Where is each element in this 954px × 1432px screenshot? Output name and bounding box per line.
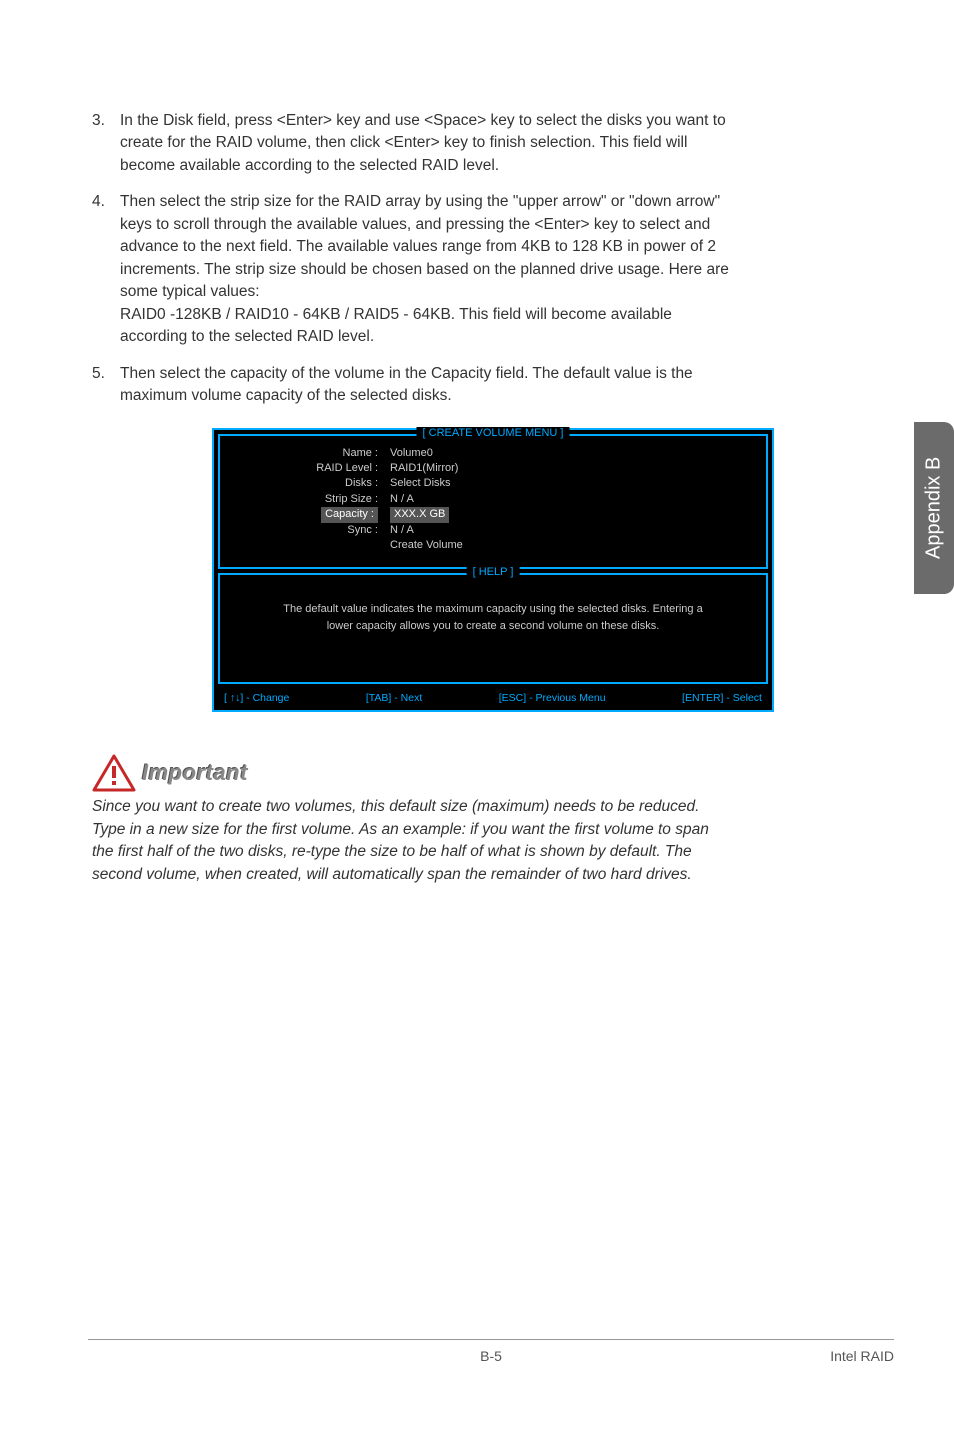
bios-screenshot: [ CREATE VOLUME MENU ] Name :Volume0 RAI… <box>212 428 774 713</box>
footer-section: Intel RAID <box>830 1348 894 1364</box>
bios-sync-label: Sync : <box>230 523 390 538</box>
list-item-4: 4. Then select the strip size for the RA… <box>92 191 732 348</box>
bios-name-value: Volume0 <box>390 446 756 461</box>
important-block: Important Since you want to create two v… <box>92 754 732 886</box>
bios-create-volume: Create Volume <box>390 538 756 553</box>
bios-footer-enter: [ENTER] - Select <box>682 692 762 704</box>
bios-footer-esc: [ESC] - Previous Menu <box>499 692 606 704</box>
bios-section-title: [ CREATE VOLUME MENU ] <box>417 427 570 439</box>
bios-strip-value: N / A <box>390 492 756 507</box>
bios-footer-change: [ ↑↓] - Change <box>224 692 289 704</box>
sidebar-tab: Appendix B <box>914 422 954 594</box>
page-number: B-5 <box>480 1348 502 1364</box>
list-text: Then select the strip size for the RAID … <box>120 191 732 348</box>
bios-sync-value: N / A <box>390 523 756 538</box>
bios-footer: [ ↑↓] - Change [TAB] - Next [ESC] - Prev… <box>214 688 772 710</box>
bios-raid-value: RAID1(Mirror) <box>390 461 756 476</box>
list-text: Then select the capacity of the volume i… <box>120 363 732 408</box>
bios-strip-label: Strip Size : <box>230 492 390 507</box>
list-item-5: 5. Then select the capacity of the volum… <box>92 363 732 408</box>
page-footer: B-5 Intel RAID <box>88 1339 894 1364</box>
sidebar-label: Appendix B <box>923 457 946 559</box>
list-number: 5. <box>92 363 120 408</box>
list-item-3: 3. In the Disk field, press <Enter> key … <box>92 110 732 177</box>
warning-icon <box>92 754 136 792</box>
list-number: 4. <box>92 191 120 348</box>
bios-help-text: The default value indicates the maximum … <box>230 583 756 674</box>
bios-capacity-value: XXX.X GB <box>390 507 756 522</box>
bios-footer-tab: [TAB] - Next <box>366 692 422 704</box>
bios-raid-label: RAID Level : <box>230 461 390 476</box>
important-text: Since you want to create two volumes, th… <box>92 796 732 886</box>
important-label: Important <box>142 760 248 786</box>
bios-help-section: [ HELP ] The default value indicates the… <box>218 573 768 684</box>
list-text: In the Disk field, press <Enter> key and… <box>120 110 732 177</box>
bios-name-label: Name : <box>230 446 390 461</box>
bios-create-volume-section: [ CREATE VOLUME MENU ] Name :Volume0 RAI… <box>218 434 768 570</box>
bios-disks-value: Select Disks <box>390 476 756 491</box>
list-number: 3. <box>92 110 120 177</box>
bios-capacity-label: Capacity : <box>230 507 390 522</box>
bios-help-title: [ HELP ] <box>467 566 520 578</box>
bios-disks-label: Disks : <box>230 476 390 491</box>
